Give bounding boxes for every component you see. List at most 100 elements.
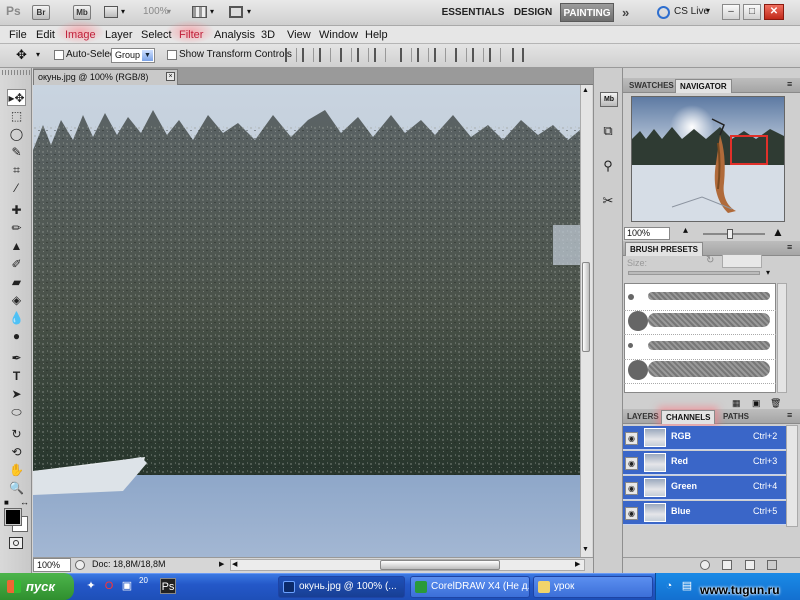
tab-swatches[interactable]: SWATCHES — [625, 79, 678, 93]
chevron-down-icon[interactable]: ▾ — [121, 7, 125, 16]
3d-orbit-tool-icon[interactable]: ⟲ — [7, 444, 26, 461]
auto-select-dropdown[interactable]: Group ▼ — [111, 48, 155, 63]
move-tool-icon[interactable]: ▸✥ — [7, 89, 26, 106]
path-selection-tool-icon[interactable]: ➤ — [7, 386, 26, 403]
chevron-down-icon[interactable]: ▾ — [706, 6, 710, 15]
status-menu-arrow-icon[interactable]: ▶ — [219, 560, 224, 568]
brush-preset-item[interactable] — [624, 357, 776, 384]
channel-row-red[interactable]: Red Ctrl+3 — [623, 451, 786, 475]
shape-tool-icon[interactable]: ⬭ — [7, 404, 26, 421]
close-button[interactable]: ✕ — [764, 4, 784, 20]
menu-help[interactable]: Help — [365, 27, 388, 43]
distribute-left-icon[interactable] — [455, 48, 467, 62]
scroll-right-icon[interactable]: ▶ — [575, 560, 580, 568]
align-top-icon[interactable] — [285, 48, 297, 62]
close-tab-icon[interactable]: × — [166, 72, 175, 81]
crop-tool-icon[interactable]: ⌗ — [7, 162, 26, 179]
brush-size-slider[interactable] — [628, 271, 760, 275]
menu-analysis[interactable]: Analysis — [214, 27, 255, 43]
swap-colors-icon[interactable]: ↔ — [20, 497, 29, 507]
scroll-down-icon[interactable]: ▼ — [582, 546, 589, 553]
auto-select-checkbox[interactable] — [54, 50, 64, 60]
visibility-eye-icon[interactable]: ◉ — [625, 507, 638, 520]
tools-grip-icon[interactable] — [2, 70, 30, 75]
brush-preset-item[interactable] — [624, 284, 776, 311]
zoom-level[interactable]: 100% — [143, 6, 169, 17]
align-horizontal-center-icon[interactable] — [357, 48, 369, 62]
menu-3d[interactable]: 3D — [261, 27, 275, 43]
chevron-down-icon[interactable]: ▾ — [167, 7, 171, 16]
minimize-button[interactable]: – — [722, 4, 740, 20]
paint-bucket-tool-icon[interactable]: ◈ — [7, 292, 26, 309]
visibility-eye-icon[interactable]: ◉ — [625, 482, 638, 495]
panel-menu-icon[interactable]: ≡ — [787, 410, 792, 420]
channel-row-green[interactable]: Green Ctrl+4 — [623, 476, 786, 500]
workspace-essentials[interactable]: ESSENTIALS — [440, 3, 506, 22]
save-selection-channel-icon[interactable] — [722, 560, 732, 570]
menu-view[interactable]: View — [287, 27, 311, 43]
channels-scrollbar[interactable] — [786, 425, 798, 527]
document-tab[interactable]: окунь.jpg @ 100% (RGB/8) — [33, 69, 178, 85]
scroll-left-icon[interactable]: ◀ — [232, 560, 237, 568]
status-zoom-field[interactable]: 100% — [33, 558, 71, 572]
foreground-color-swatch[interactable] — [4, 508, 22, 526]
history-panel-icon[interactable]: ⧉ — [597, 120, 619, 142]
distribute-right-icon[interactable] — [489, 48, 501, 62]
menu-window[interactable]: Window — [319, 27, 358, 43]
spot-healing-tool-icon[interactable]: ✚ — [7, 202, 26, 219]
auto-align-icon[interactable] — [512, 48, 524, 62]
align-right-icon[interactable] — [374, 48, 386, 62]
brush-panel-toggle-icon[interactable]: ▦ — [732, 398, 741, 409]
channel-row-blue[interactable]: Blue Ctrl+5 — [623, 501, 786, 525]
menu-select[interactable]: Select — [141, 27, 172, 43]
horizontal-scroll-thumb[interactable] — [380, 560, 500, 570]
chevron-down-icon[interactable]: ▼ — [142, 50, 153, 61]
show-transform-checkbox[interactable] — [167, 50, 177, 60]
visibility-eye-icon[interactable]: ◉ — [625, 457, 638, 470]
mini-bridge-panel-icon[interactable]: Mb — [600, 92, 618, 107]
brush-list-scrollbar[interactable] — [777, 283, 787, 393]
arrange-documents-icon[interactable] — [192, 6, 207, 18]
panel-menu-icon[interactable]: ≡ — [787, 79, 792, 89]
scroll-up-icon[interactable]: ▲ — [582, 87, 589, 94]
quicklaunch-photoshop-icon[interactable]: Ps — [160, 578, 176, 594]
chevron-down-icon[interactable]: ▾ — [247, 7, 251, 16]
bridge-button[interactable]: Br — [32, 5, 50, 20]
eyedropper-tool-icon[interactable]: ⁄ — [7, 180, 26, 197]
menu-filter[interactable]: Filter — [179, 27, 203, 43]
mini-bridge-button[interactable]: Mb — [73, 5, 91, 20]
eraser-tool-icon[interactable]: ▰ — [7, 274, 26, 291]
chevron-down-icon[interactable]: ▾ — [210, 7, 214, 16]
blur-tool-icon[interactable]: 💧 — [7, 310, 26, 327]
navigator-zoom-slider[interactable] — [703, 233, 765, 235]
clone-stamp-tool-icon[interactable]: ▲ — [7, 238, 26, 255]
quick-selection-tool-icon[interactable]: ✎ — [7, 144, 26, 161]
menu-file[interactable]: File — [9, 27, 27, 43]
actions-panel-icon[interactable]: ⚲ — [597, 155, 619, 177]
workspace-design[interactable]: DESIGN — [511, 3, 555, 22]
brush-preset-item[interactable] — [624, 333, 776, 360]
workspace-painting[interactable]: PAINTING — [560, 3, 614, 22]
brush-tool-icon[interactable]: ✏ — [7, 220, 26, 237]
reset-size-icon[interactable]: ↻ — [706, 255, 714, 266]
default-colors-icon[interactable]: ■ — [4, 498, 9, 507]
new-brush-icon[interactable]: ▣ — [752, 398, 761, 409]
tool-presets-panel-icon[interactable]: ✂ — [597, 190, 619, 212]
align-bottom-icon[interactable] — [319, 48, 331, 62]
distribute-bottom-icon[interactable] — [434, 48, 446, 62]
pen-tool-icon[interactable]: ✒ — [7, 350, 26, 367]
tab-brush-presets[interactable]: BRUSH PRESETS — [625, 242, 704, 256]
tab-channels[interactable]: CHANNELS — [661, 410, 716, 424]
tray-icon[interactable]: ◔ — [661, 578, 677, 594]
menu-edit[interactable]: Edit — [36, 27, 55, 43]
distribute-hcenter-icon[interactable] — [472, 48, 484, 62]
maximize-button[interactable]: □ — [743, 4, 761, 20]
load-channel-selection-icon[interactable] — [700, 560, 710, 570]
quicklaunch-app-icon[interactable]: ▣ — [119, 578, 135, 594]
screen-mode-icon[interactable] — [229, 6, 243, 18]
distribute-top-icon[interactable] — [400, 48, 412, 62]
cs-live-icon[interactable] — [657, 6, 670, 19]
panel-menu-icon[interactable]: ≡ — [787, 242, 792, 252]
vertical-scroll-thumb[interactable] — [582, 262, 590, 352]
zoom-in-icon[interactable]: ▲ — [772, 225, 784, 239]
